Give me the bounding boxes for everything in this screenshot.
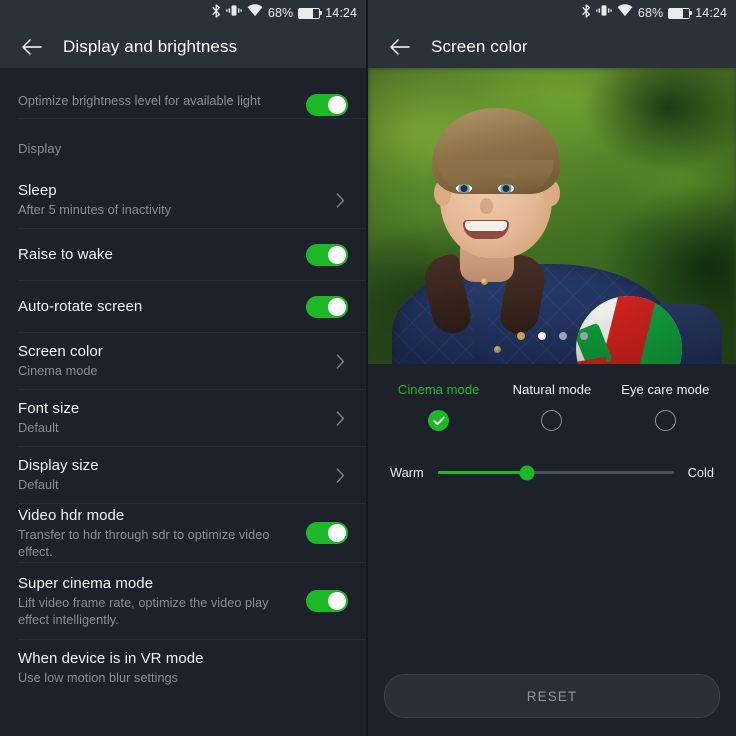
list-item-title: When device is in VR mode	[18, 650, 204, 667]
chevron-right-icon	[332, 353, 348, 369]
slider-label-warm: Warm	[390, 465, 424, 480]
list-item-auto-rotate-screen[interactable]: Auto-rotate screen	[0, 281, 366, 332]
mode-option-eye-care[interactable]: Eye care mode	[609, 382, 722, 431]
list-item-subtitle: Lift video frame rate, optimize the vide…	[18, 595, 269, 627]
bluetooth-icon	[582, 3, 591, 23]
reset-button[interactable]: RESET	[384, 674, 720, 718]
color-temperature-slider-row: Warm Cold	[368, 431, 736, 480]
list-item-display-size[interactable]: Display size Default	[0, 447, 366, 503]
list-item-subtitle: Optimize brightness level for available …	[18, 94, 261, 108]
video-hdr-toggle[interactable]	[306, 522, 348, 544]
wifi-icon	[617, 4, 633, 22]
chevron-right-icon	[332, 192, 348, 208]
pager-dot-1[interactable]	[516, 332, 525, 340]
mode-label: Eye care mode	[621, 382, 710, 397]
settings-list: Optimize brightness level for available …	[0, 68, 366, 696]
clock: 14:24	[325, 5, 357, 20]
list-item-auto-brightness[interactable]: Optimize brightness level for available …	[0, 68, 366, 118]
bluetooth-icon	[212, 3, 221, 23]
app-bar-right: Screen color	[368, 26, 736, 68]
list-item-subtitle: Default	[18, 478, 59, 492]
list-item-font-size[interactable]: Font size Default	[0, 390, 366, 446]
list-item-video-hdr-mode[interactable]: Video hdr mode Transfer to hdr through s…	[0, 504, 366, 562]
list-item-title: Video hdr mode	[18, 506, 125, 524]
list-item-title: Super cinema mode	[18, 574, 154, 592]
battery-percent: 68%	[637, 5, 664, 20]
list-item-subtitle: Cinema mode	[18, 364, 98, 378]
list-item-vr-mode[interactable]: When device is in VR mode Use low motion…	[0, 640, 366, 696]
app-bar-left: Display and brightness	[0, 26, 366, 68]
mode-option-natural[interactable]: Natural mode	[495, 382, 608, 431]
list-item-subtitle: Transfer to hdr through sdr to optimize …	[18, 527, 270, 559]
list-item-subtitle: Use low motion blur settings	[18, 671, 179, 685]
display-and-brightness-panel: 68% 14:24 Display and brightness Optimiz…	[0, 0, 368, 736]
screen-color-panel: 68% 14:24 Screen color Cinema mode Natur…	[368, 0, 736, 736]
color-temperature-slider[interactable]	[437, 465, 674, 480]
pager-dot-2-active[interactable]	[537, 332, 546, 340]
photo-vignette	[368, 68, 736, 364]
list-item-title: Sleep	[18, 182, 57, 199]
slider-knob[interactable]	[519, 465, 535, 480]
pager-dot-4[interactable]	[579, 332, 588, 340]
list-item-title: Auto-rotate screen	[18, 298, 143, 315]
list-item-sleep[interactable]: Sleep After 5 minutes of inactivity	[0, 172, 366, 228]
back-arrow-icon[interactable]	[384, 32, 414, 62]
preview-pager-dots	[368, 332, 736, 340]
list-item-subtitle: After 5 minutes of inactivity	[18, 203, 172, 217]
auto-brightness-toggle[interactable]	[306, 94, 348, 116]
radio-eye-care[interactable]	[654, 410, 676, 431]
list-item-raise-to-wake[interactable]: Raise to wake	[0, 229, 366, 280]
wifi-icon	[247, 4, 263, 22]
list-item-super-cinema-mode[interactable]: Super cinema mode Lift video frame rate,…	[0, 563, 366, 639]
chevron-right-icon	[332, 467, 348, 483]
raise-to-wake-toggle[interactable]	[306, 243, 348, 266]
radio-natural[interactable]	[541, 410, 563, 431]
list-item-screen-color[interactable]: Screen color Cinema mode	[0, 333, 366, 389]
auto-rotate-toggle[interactable]	[306, 295, 348, 318]
screen: 68% 14:24 Display and brightness Optimiz…	[0, 0, 736, 736]
slider-fill	[437, 471, 528, 474]
vibrate-icon	[226, 4, 242, 22]
section-header-display: Display	[18, 141, 62, 156]
list-item-title: Screen color	[18, 343, 103, 360]
slider-label-cold: Cold	[687, 465, 714, 480]
mode-label: Cinema mode	[397, 382, 480, 397]
page-title: Display and brightness	[63, 37, 238, 56]
battery-icon	[668, 7, 693, 19]
super-cinema-toggle[interactable]	[306, 590, 348, 612]
mode-label: Natural mode	[512, 382, 592, 397]
clock: 14:24	[695, 5, 727, 20]
chevron-right-icon	[332, 410, 348, 426]
back-arrow-icon[interactable]	[16, 32, 46, 62]
list-item-title: Display size	[18, 457, 99, 474]
color-mode-selector: Cinema mode Natural mode Eye care mode	[368, 364, 736, 431]
battery-icon	[298, 7, 323, 19]
screen-color-preview-image	[368, 68, 736, 364]
vibrate-icon	[596, 4, 612, 22]
list-item-title: Raise to wake	[18, 246, 113, 263]
radio-cinema-selected[interactable]	[428, 410, 450, 431]
page-title: Screen color	[431, 37, 528, 56]
pager-dot-3[interactable]	[558, 332, 567, 340]
reset-button-container: RESET	[368, 674, 736, 718]
status-bar-left: 68% 14:24	[0, 0, 366, 26]
list-item-title: Font size	[18, 400, 80, 417]
mode-option-cinema[interactable]: Cinema mode	[382, 382, 495, 431]
battery-percent: 68%	[267, 5, 294, 20]
list-item-subtitle: Default	[18, 421, 59, 435]
status-bar-right: 68% 14:24	[368, 0, 736, 26]
